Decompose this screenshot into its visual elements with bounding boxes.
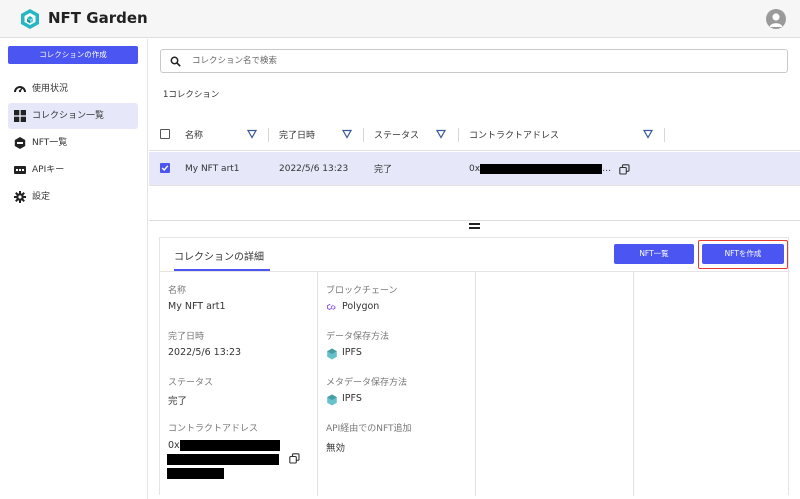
status-label: ステータス xyxy=(168,378,214,388)
row-status: 完了 xyxy=(374,165,393,175)
blockchain-label: ブロックチェーン xyxy=(326,286,398,296)
search-icon xyxy=(170,56,181,67)
create-collection-button[interactable]: コレクションの作成 xyxy=(8,46,138,64)
table-header: 名称 完了日時 ステータス コントラクトアドレス xyxy=(149,118,800,151)
sidebar-item-label: コレクション一覧 xyxy=(32,111,105,121)
sidebar-item-label: 使用状況 xyxy=(32,84,69,94)
collection-count: 1コレクション xyxy=(163,90,220,100)
sidebar-item-api-keys[interactable]: APIキー xyxy=(8,157,138,183)
column-divider xyxy=(633,272,634,496)
completed-value: 2022/5/6 13:23 xyxy=(168,347,242,358)
column-header-completed[interactable]: 完了日時 xyxy=(279,118,315,150)
select-all-checkbox[interactable] xyxy=(160,129,170,139)
ipfs-icon xyxy=(327,348,337,360)
row-checkbox[interactable] xyxy=(160,163,170,173)
metadata-storage-label: メタデータ保存方法 xyxy=(326,378,408,388)
search-input[interactable] xyxy=(192,53,772,69)
blockchain-value: Polygon xyxy=(342,301,380,312)
check-icon xyxy=(161,165,169,172)
filter-icon[interactable] xyxy=(342,129,352,139)
ipfs-icon xyxy=(327,394,337,406)
row-contract-address: 0x … xyxy=(469,152,611,185)
column-divider xyxy=(317,272,318,496)
column-header-name[interactable]: 名称 xyxy=(185,118,203,150)
api-icon xyxy=(14,166,26,174)
address-prefix: 0x xyxy=(168,440,180,451)
column-divider xyxy=(475,272,476,496)
sidebar: コレクションの作成 使用状況 コレクション一覧 NFT一覧 APIキー 設定 xyxy=(0,39,148,499)
column-divider[interactable] xyxy=(664,128,665,142)
redacted-address xyxy=(180,440,280,451)
copy-icon[interactable] xyxy=(289,453,300,464)
sidebar-item-label: NFT一覧 xyxy=(32,138,68,148)
column-header-address[interactable]: コントラクトアドレス xyxy=(469,118,559,150)
name-value: My NFT art1 xyxy=(168,301,226,312)
polygon-icon xyxy=(327,304,336,310)
nft-list-button[interactable]: NFT一覧 xyxy=(614,244,694,264)
tab-collection-detail[interactable]: コレクションの詳細 xyxy=(174,248,264,263)
drag-handle-icon[interactable] xyxy=(469,223,480,229)
name-label: 名称 xyxy=(168,286,187,296)
address-label: コントラクトアドレス xyxy=(168,424,259,434)
redacted-address xyxy=(480,163,603,174)
filter-icon[interactable] xyxy=(643,129,653,139)
gear-icon xyxy=(14,191,26,203)
app-header: NFT Garden xyxy=(0,0,800,38)
api-nft-label: API経由でのNFT追加 xyxy=(326,424,412,434)
column-divider[interactable] xyxy=(268,128,269,142)
pane-splitter[interactable] xyxy=(149,220,800,221)
redacted-address xyxy=(167,454,279,465)
sidebar-item-nfts[interactable]: NFT一覧 xyxy=(8,130,138,156)
copy-icon[interactable] xyxy=(619,164,630,175)
api-nft-value: 無効 xyxy=(326,443,346,454)
sidebar-item-settings[interactable]: 設定 xyxy=(8,184,138,210)
sidebar-item-label: APIキー xyxy=(32,165,65,175)
table-row[interactable]: My NFT art1 2022/5/6 13:23 完了 0x … xyxy=(149,152,800,186)
filter-icon[interactable] xyxy=(247,129,257,139)
metadata-storage-value: IPFS xyxy=(342,393,362,404)
search-box xyxy=(160,49,788,73)
filter-icon[interactable] xyxy=(436,129,446,139)
column-divider[interactable] xyxy=(363,128,364,142)
nft-garden-logo-icon xyxy=(21,9,39,29)
grid-icon xyxy=(14,110,26,122)
create-nft-button[interactable]: NFTを作成 xyxy=(702,244,784,264)
column-divider[interactable] xyxy=(458,128,459,142)
nft-hexagon-icon xyxy=(14,137,26,149)
sidebar-item-usage[interactable]: 使用状況 xyxy=(8,76,138,102)
address-ellipsis: … xyxy=(602,163,612,174)
data-storage-label: データ保存方法 xyxy=(326,332,390,342)
app-title: NFT Garden xyxy=(48,9,148,27)
row-completed-at: 2022/5/6 13:23 xyxy=(279,163,349,174)
collection-detail-panel: コレクションの詳細 NFT一覧 NFTを作成 名称 My NFT art1 完了… xyxy=(159,237,790,496)
user-avatar-icon[interactable] xyxy=(766,9,786,29)
status-value: 完了 xyxy=(168,396,188,407)
sidebar-item-collections[interactable]: コレクション一覧 xyxy=(8,103,138,129)
row-name: My NFT art1 xyxy=(185,163,240,174)
speedometer-icon xyxy=(14,86,26,93)
column-header-status[interactable]: ステータス xyxy=(374,118,419,150)
sidebar-item-label: 設定 xyxy=(32,192,51,202)
address-prefix: 0x xyxy=(469,163,481,174)
data-storage-value: IPFS xyxy=(342,347,362,358)
completed-label: 完了日時 xyxy=(168,332,205,342)
main-content: 1コレクション 名称 完了日時 ステータス コントラクトアドレス My NFT … xyxy=(149,39,800,499)
redacted-address xyxy=(167,468,224,479)
